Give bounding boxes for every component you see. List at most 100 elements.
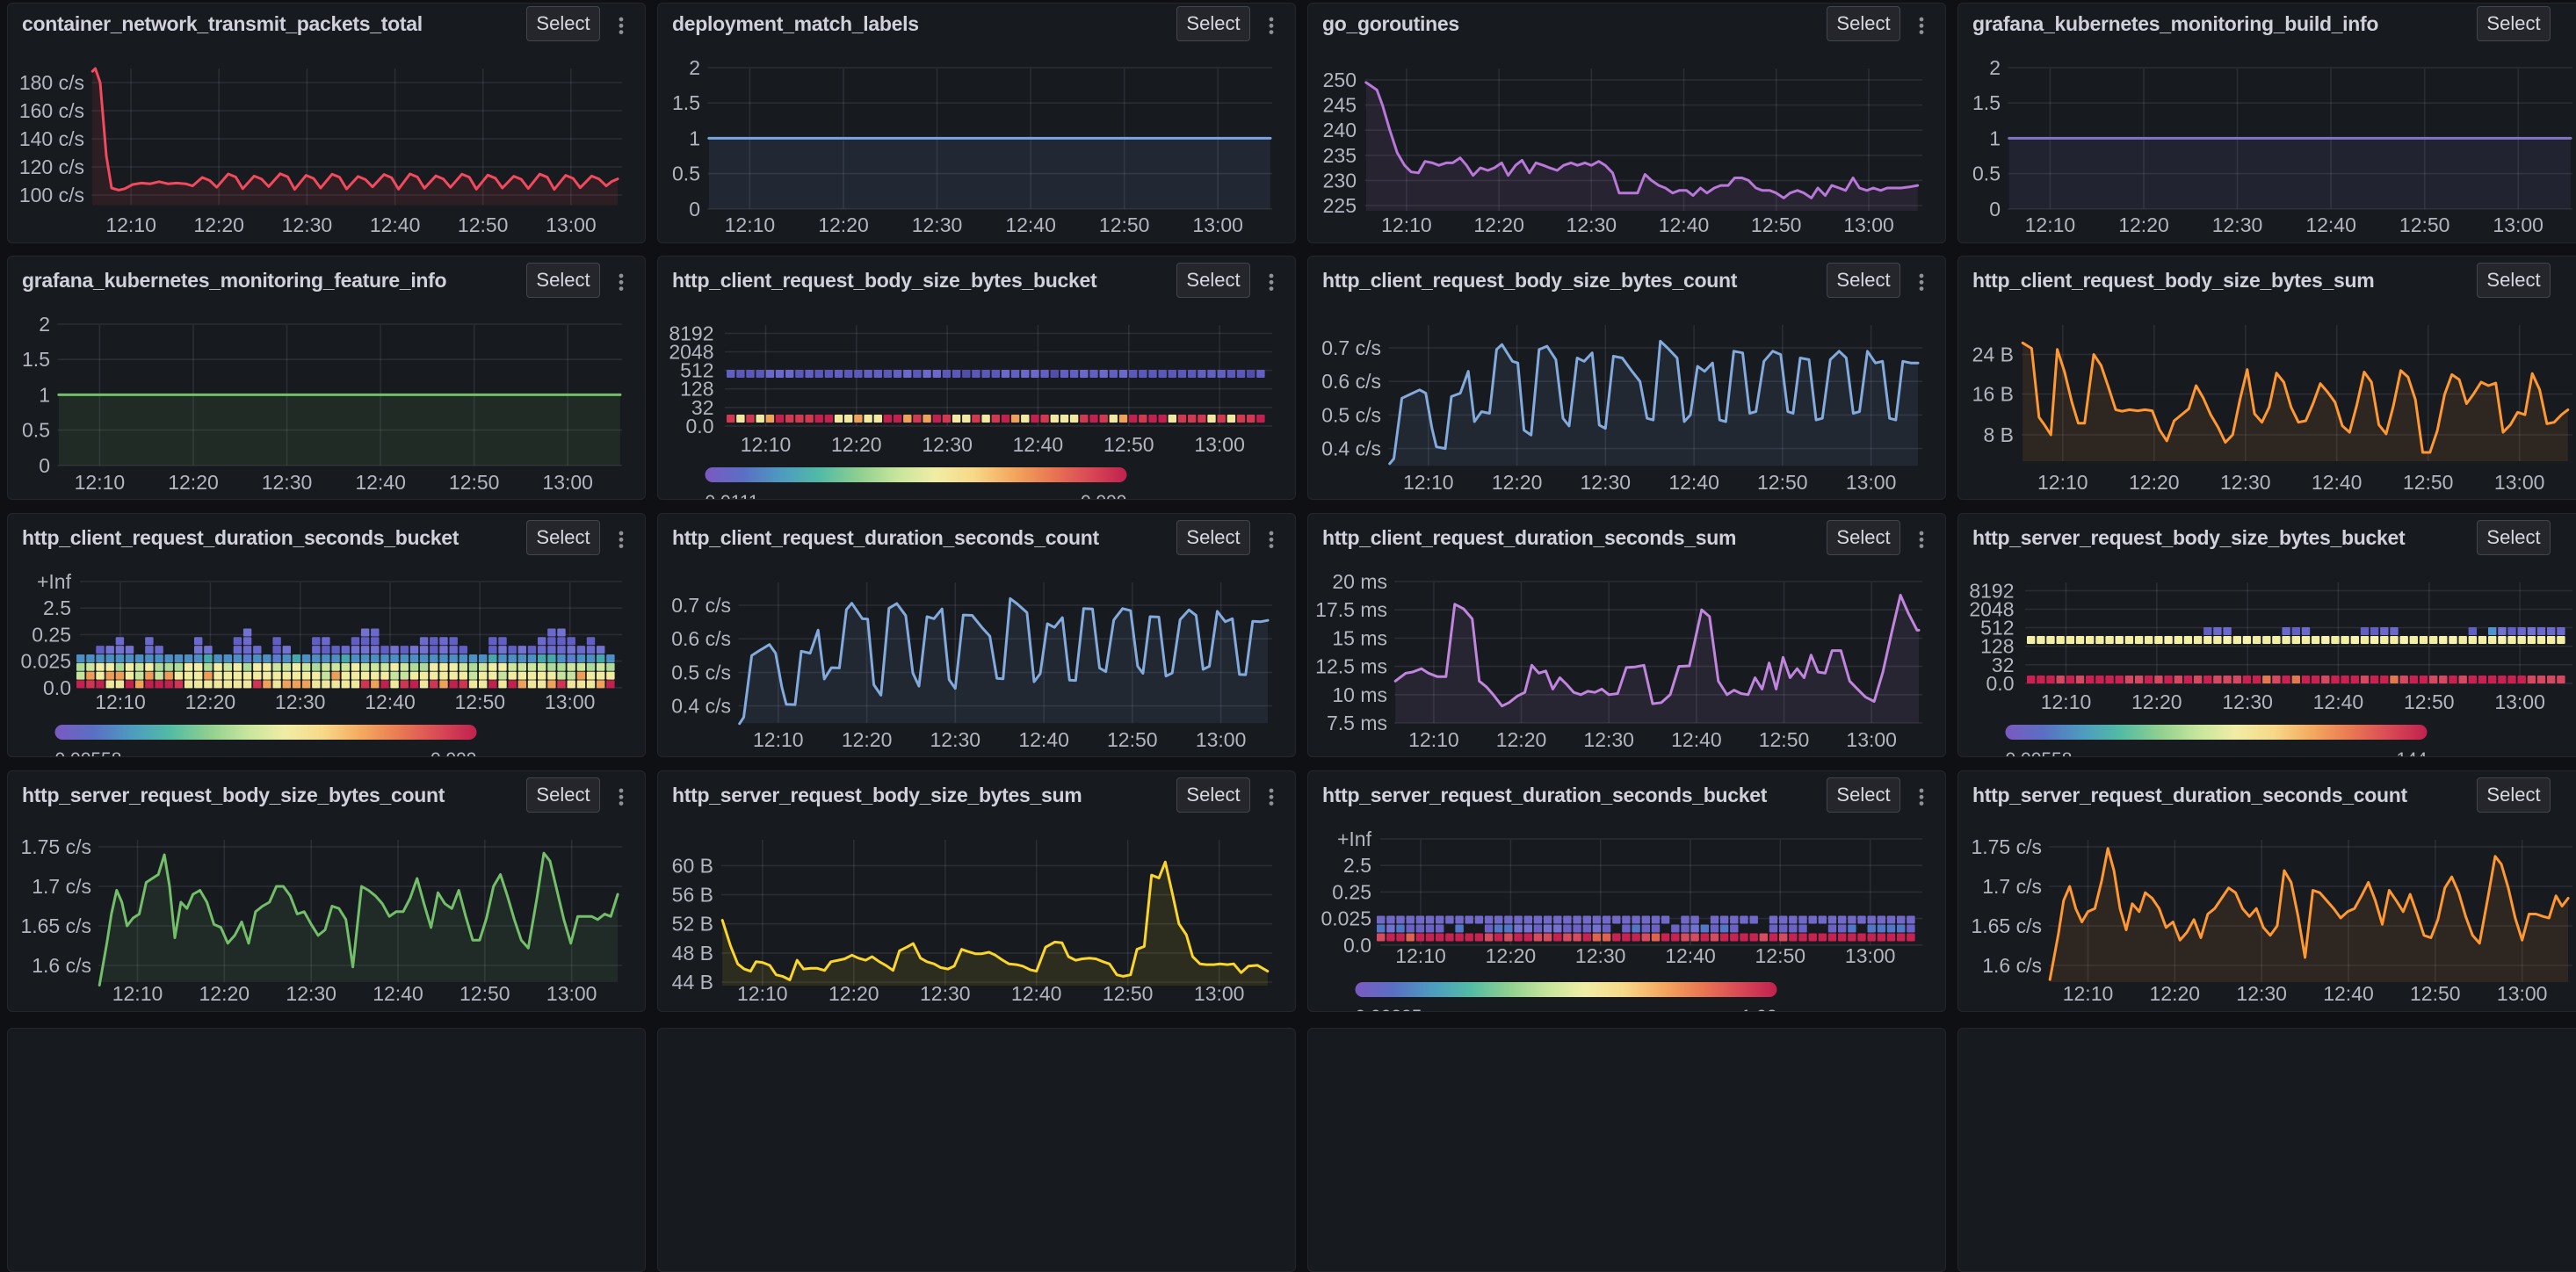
svg-text:12:10: 12:10 [112, 982, 163, 1005]
svg-text:1.7 c/s: 1.7 c/s [32, 875, 91, 898]
svg-text:0: 0 [1989, 198, 2001, 220]
svg-text:12.5 ms: 12.5 ms [1315, 655, 1387, 678]
svg-text:245: 245 [1323, 94, 1357, 117]
svg-text:1.5: 1.5 [672, 91, 700, 114]
svg-text:16 B: 16 B [1972, 383, 2014, 406]
svg-text:13:00: 13:00 [2494, 471, 2545, 494]
svg-text:13:00: 13:00 [1194, 433, 1245, 456]
svg-text:0.5 c/s: 0.5 c/s [1321, 403, 1381, 426]
svg-text:15 ms: 15 ms [1332, 626, 1387, 649]
svg-text:12:10: 12:10 [741, 433, 792, 456]
svg-text:225: 225 [1323, 194, 1357, 217]
svg-text:1.6 c/s: 1.6 c/s [32, 954, 91, 977]
svg-text:13:00: 13:00 [1845, 944, 1896, 967]
svg-text:56 B: 56 B [672, 884, 713, 907]
svg-text:12:40: 12:40 [2305, 213, 2356, 236]
svg-text:13:00: 13:00 [2493, 213, 2543, 236]
svg-text:13:00: 13:00 [545, 690, 596, 713]
svg-text:60 B: 60 B [672, 854, 713, 877]
svg-text:12:40: 12:40 [1013, 433, 1064, 456]
svg-text:12:30: 12:30 [2236, 982, 2287, 1005]
svg-text:12:10: 12:10 [75, 471, 126, 494]
svg-text:13:00: 13:00 [546, 213, 597, 236]
svg-text:12:40: 12:40 [373, 982, 423, 1005]
svg-text:13:00: 13:00 [1196, 728, 1247, 751]
svg-text:12:20: 12:20 [842, 728, 893, 751]
svg-text:12:10: 12:10 [95, 690, 146, 713]
svg-text:2: 2 [689, 56, 700, 79]
svg-text:160 c/s: 160 c/s [19, 99, 84, 122]
svg-text:12:30: 12:30 [1575, 944, 1626, 967]
svg-text:1.6 c/s: 1.6 c/s [1982, 954, 2042, 977]
svg-text:2: 2 [1989, 56, 2001, 79]
svg-text:1: 1 [39, 383, 50, 406]
svg-text:12:30: 12:30 [912, 213, 963, 236]
svg-text:52 B: 52 B [672, 913, 713, 936]
svg-text:0.999: 0.999 [1081, 492, 1127, 500]
svg-text:0.7 c/s: 0.7 c/s [1321, 336, 1381, 359]
svg-text:12:40: 12:40 [1665, 944, 1716, 967]
svg-text:12:40: 12:40 [1005, 213, 1056, 236]
svg-text:0.0: 0.0 [686, 415, 714, 437]
svg-text:12:50: 12:50 [2403, 471, 2454, 494]
svg-text:12:50: 12:50 [449, 471, 500, 494]
svg-text:12:20: 12:20 [2118, 213, 2169, 236]
svg-text:12:10: 12:10 [1395, 944, 1446, 967]
svg-text:12:20: 12:20 [831, 433, 882, 456]
svg-text:0.5: 0.5 [1972, 163, 2001, 185]
svg-text:0.6 c/s: 0.6 c/s [1321, 370, 1381, 393]
svg-text:12:30: 12:30 [286, 982, 336, 1005]
svg-text:12:40: 12:40 [1659, 213, 1710, 236]
svg-text:13:00: 13:00 [1843, 213, 1894, 236]
svg-text:12:50: 12:50 [1759, 728, 1810, 751]
svg-text:235: 235 [1323, 144, 1357, 167]
svg-text:12:50: 12:50 [1099, 213, 1150, 236]
svg-text:12:20: 12:20 [193, 213, 244, 236]
svg-text:12:50: 12:50 [455, 690, 506, 713]
svg-text:12:40: 12:40 [1671, 728, 1722, 751]
svg-text:0.5 c/s: 0.5 c/s [671, 661, 731, 683]
svg-text:0.4 c/s: 0.4 c/s [1321, 437, 1381, 460]
svg-text:48 B: 48 B [672, 942, 713, 965]
svg-text:180 c/s: 180 c/s [19, 71, 84, 94]
svg-text:0.0: 0.0 [1343, 934, 1371, 957]
svg-text:7.5 ms: 7.5 ms [1327, 712, 1387, 734]
svg-text:12:20: 12:20 [1496, 728, 1547, 751]
svg-text:12:40: 12:40 [1018, 728, 1069, 751]
svg-text:+Inf: +Inf [37, 570, 72, 593]
svg-text:230: 230 [1323, 169, 1357, 192]
svg-text:13:00: 13:00 [1846, 728, 1897, 751]
svg-text:1.75 c/s: 1.75 c/s [1971, 835, 2042, 858]
svg-text:0.00558: 0.00558 [2006, 749, 2073, 757]
svg-text:12:40: 12:40 [370, 213, 421, 236]
svg-text:12:20: 12:20 [1473, 213, 1524, 236]
svg-text:0.5: 0.5 [22, 419, 50, 442]
svg-text:13:00: 13:00 [2497, 982, 2548, 1005]
svg-text:12:30: 12:30 [275, 690, 326, 713]
svg-text:0.00335: 0.00335 [1356, 1007, 1422, 1012]
svg-text:0.5: 0.5 [672, 163, 700, 185]
svg-text:0.6 c/s: 0.6 c/s [671, 627, 731, 650]
svg-text:0: 0 [39, 454, 50, 477]
svg-text:12:10: 12:10 [1381, 213, 1432, 236]
svg-text:12:50: 12:50 [2404, 690, 2455, 713]
svg-text:44 B: 44 B [672, 971, 713, 994]
svg-text:12:30: 12:30 [1581, 471, 1632, 494]
svg-text:12:20: 12:20 [2131, 690, 2182, 713]
svg-text:12:20: 12:20 [199, 982, 250, 1005]
svg-text:12:10: 12:10 [725, 213, 776, 236]
svg-text:12:50: 12:50 [1751, 213, 1802, 236]
svg-text:0.7 c/s: 0.7 c/s [671, 594, 731, 617]
svg-text:+Inf: +Inf [1337, 828, 1372, 850]
svg-text:1: 1 [689, 126, 700, 149]
svg-text:12:10: 12:10 [753, 728, 804, 751]
svg-text:120 c/s: 120 c/s [19, 155, 84, 178]
svg-text:12:30: 12:30 [2212, 213, 2263, 236]
svg-text:0.0: 0.0 [1986, 672, 2015, 695]
svg-text:0.0111: 0.0111 [706, 492, 759, 500]
svg-text:12:50: 12:50 [458, 213, 509, 236]
svg-text:12:20: 12:20 [2129, 471, 2180, 494]
svg-text:12:40: 12:40 [365, 690, 416, 713]
svg-text:100 c/s: 100 c/s [19, 184, 84, 206]
svg-text:17.5 ms: 17.5 ms [1315, 598, 1387, 621]
